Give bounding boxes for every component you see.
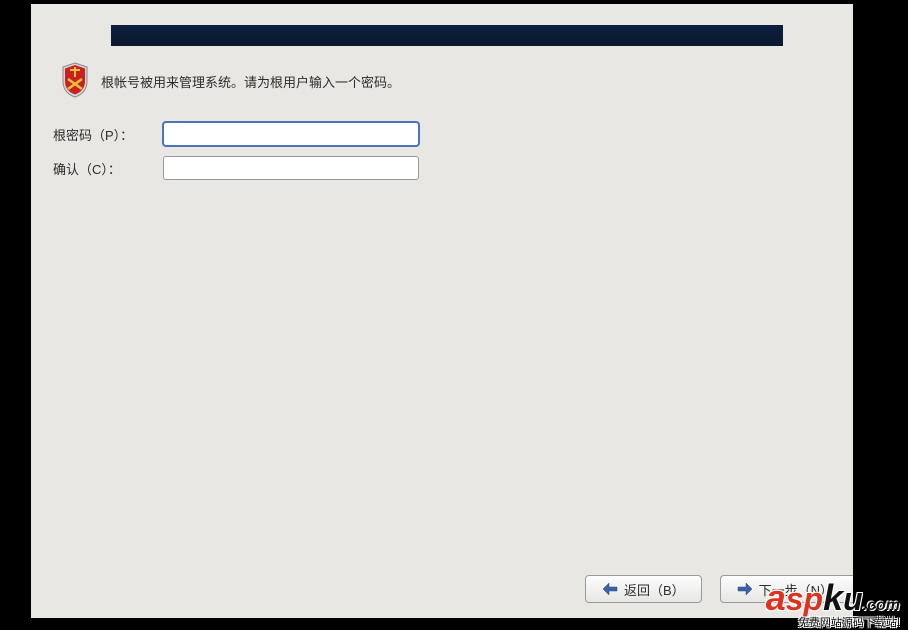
root-password-input[interactable]: [163, 122, 419, 146]
watermark-letter: a: [766, 580, 786, 616]
watermark-letter: p: [804, 583, 824, 615]
info-text: 根帐号被用来管理系统。请为根用户输入一个密码。: [101, 70, 400, 91]
watermark-tld: com: [867, 598, 900, 614]
installer-window: 根帐号被用来管理系统。请为根用户输入一个密码。 根密码（P）： 确认（C）： 返…: [31, 4, 853, 618]
form-area: 根密码（P）： 确认（C）：: [53, 122, 419, 190]
info-row: 根帐号被用来管理系统。请为根用户输入一个密码。: [59, 60, 400, 100]
header-bar: [111, 25, 783, 46]
arrow-left-icon: [602, 582, 618, 596]
watermark-letter: u: [843, 583, 863, 615]
watermark-brand: a s p k u . com: [766, 580, 900, 616]
watermark: a s p k u . com 免费网站源码下载站!: [766, 580, 900, 630]
arrow-right-icon: [737, 582, 753, 596]
shield-icon: [59, 60, 91, 100]
confirm-row: 确认（C）：: [53, 156, 419, 180]
confirm-password-input[interactable]: [163, 156, 419, 180]
confirm-label: 确认（C）：: [53, 159, 163, 178]
watermark-tagline: 免费网站源码下载站!: [798, 614, 900, 630]
watermark-letter: s: [786, 583, 804, 615]
watermark-letter: k: [823, 580, 843, 616]
password-row: 根密码（P）：: [53, 122, 419, 146]
back-button[interactable]: 返回（B）: [585, 575, 702, 603]
password-label: 根密码（P）：: [53, 125, 163, 144]
back-button-label: 返回（B）: [624, 580, 685, 599]
